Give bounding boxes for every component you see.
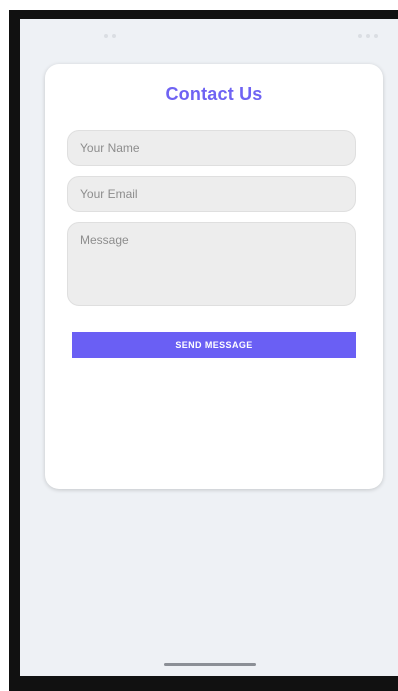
email-input[interactable]: Your Email <box>67 176 356 212</box>
status-icons-right <box>358 25 388 38</box>
status-bar <box>20 19 398 43</box>
message-placeholder: Message <box>80 233 129 247</box>
page-title: Contact Us <box>165 84 263 104</box>
send-message-label: SEND MESSAGE <box>175 340 253 350</box>
email-placeholder: Your Email <box>80 187 138 201</box>
status-dot-icon <box>112 34 116 38</box>
status-dot-icon <box>366 34 370 38</box>
message-textarea[interactable]: Message <box>67 222 356 306</box>
status-dot-icon <box>358 34 362 38</box>
phone-frame: Contact Us Your Name Your Email Message … <box>9 10 398 691</box>
app-screen: Contact Us Your Name Your Email Message … <box>20 19 398 676</box>
contact-card: Contact Us Your Name Your Email Message … <box>45 64 383 489</box>
status-dot-icon <box>104 34 108 38</box>
status-icons-left <box>104 25 128 38</box>
name-input[interactable]: Your Name <box>67 130 356 166</box>
status-dot-icon <box>374 34 378 38</box>
home-indicator[interactable] <box>164 663 256 666</box>
send-message-button[interactable]: SEND MESSAGE <box>72 332 356 358</box>
name-placeholder: Your Name <box>80 141 140 155</box>
